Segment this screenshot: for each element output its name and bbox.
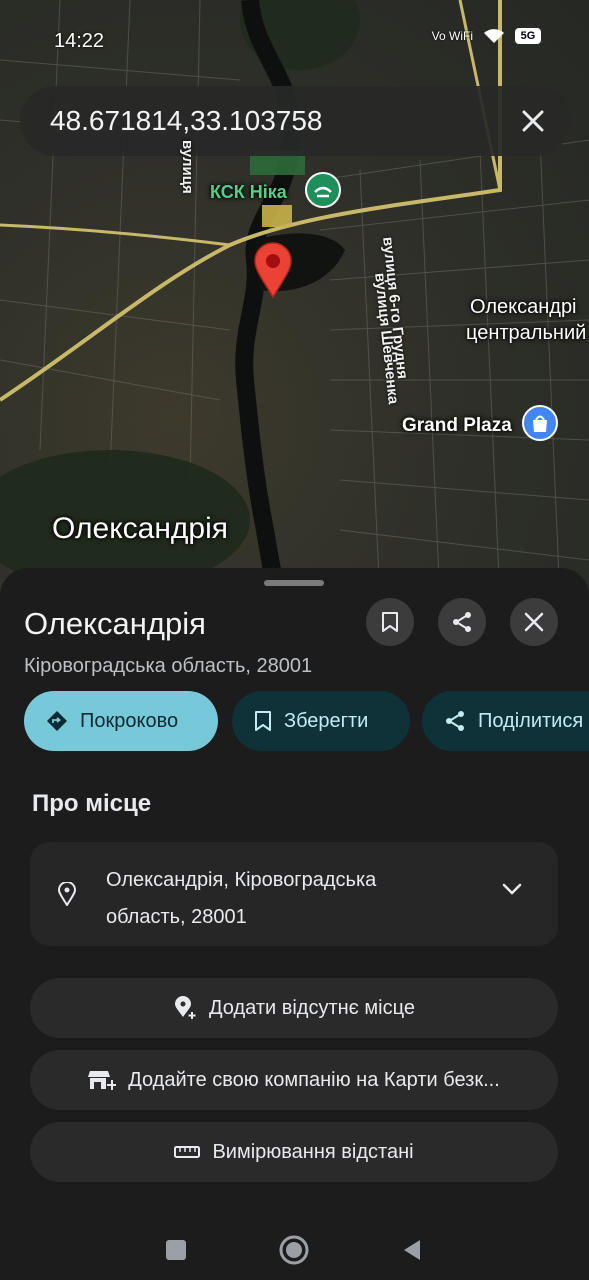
save-chip[interactable]: Зберегти (232, 691, 410, 751)
system-nav-bar (0, 1220, 589, 1280)
bookmark-icon (382, 612, 398, 632)
district-label-line2: центральний (466, 322, 587, 344)
status-icons: Vo WiFi 5G (432, 28, 541, 44)
share-icon (453, 612, 471, 632)
shopping-bag-icon[interactable] (522, 405, 558, 441)
measure-distance-button[interactable]: Вимірювання відстані (30, 1122, 558, 1182)
add-missing-place-label: Додати відсутнє місце (209, 996, 415, 1019)
recents-button[interactable] (156, 1230, 196, 1270)
bookmark-icon (255, 711, 271, 731)
back-button[interactable] (392, 1230, 432, 1270)
close-sheet-button[interactable] (510, 598, 558, 646)
directions-chip[interactable]: Покроково (24, 691, 218, 751)
share-chip[interactable]: Поділитися (422, 691, 589, 751)
poi-grand-plaza[interactable]: Grand Plaza (402, 415, 512, 437)
map-view[interactable]: 14:22 Vo WiFi 5G 48.671814,33.103758 КСК… (0, 0, 589, 600)
place-title: Олександрія (24, 606, 206, 641)
chevron-down-icon[interactable] (502, 882, 522, 896)
add-business-icon (88, 1071, 117, 1090)
save-chip-label: Зберегти (284, 709, 369, 732)
close-icon (522, 110, 544, 132)
place-subtitle: Кіровоградська область, 28001 (24, 655, 313, 677)
poi-recreation-icon[interactable] (305, 172, 341, 208)
city-label: Олександрія (52, 512, 229, 545)
share-round-button[interactable] (438, 598, 486, 646)
directions-chip-label: Покроково (80, 709, 179, 732)
about-section-title: Про місце (32, 790, 152, 817)
address-card[interactable]: Олександрія, Кіровоградська область, 280… (30, 842, 558, 946)
vowifi-indicator: Vo WiFi (431, 29, 473, 43)
location-pin-icon[interactable] (253, 242, 293, 298)
poi-ksk-nika[interactable]: КСК Ніка (210, 182, 287, 203)
search-query[interactable]: 48.671814,33.103758 (50, 105, 517, 137)
add-business-label: Додайте свою компанію на Карти безк... (128, 1068, 500, 1091)
close-icon (524, 612, 544, 632)
add-location-icon (175, 996, 196, 1019)
place-pin-icon (58, 882, 76, 906)
directions-icon (47, 711, 67, 731)
wifi-icon (484, 29, 504, 43)
share-chip-label: Поділитися (478, 709, 584, 732)
add-missing-place-button[interactable]: Додати відсутнє місце (30, 978, 558, 1038)
street-vulytsia: вулиця (179, 140, 196, 194)
status-time: 14:22 (54, 30, 105, 52)
recents-icon (166, 1240, 186, 1260)
share-icon (446, 711, 464, 731)
battery-icon: 5G (515, 28, 541, 44)
search-bar[interactable]: 48.671814,33.103758 (20, 86, 571, 156)
home-icon (279, 1235, 309, 1265)
home-button[interactable] (274, 1230, 314, 1270)
add-business-button[interactable]: Додайте свою компанію на Карти безк... (30, 1050, 558, 1110)
measure-distance-label: Вимірювання відстані (212, 1140, 414, 1163)
place-bottom-sheet[interactable]: Олександрія Кіровоградська область, 2800… (0, 568, 589, 1280)
district-label-line1: Олександрі (470, 296, 577, 318)
address-text: Олександрія, Кіровоградська область, 280… (106, 869, 377, 928)
save-round-button[interactable] (366, 598, 414, 646)
sheet-drag-handle[interactable] (264, 580, 324, 586)
ruler-icon (174, 1146, 201, 1158)
clear-search-button[interactable] (517, 105, 549, 137)
back-icon (404, 1240, 420, 1260)
